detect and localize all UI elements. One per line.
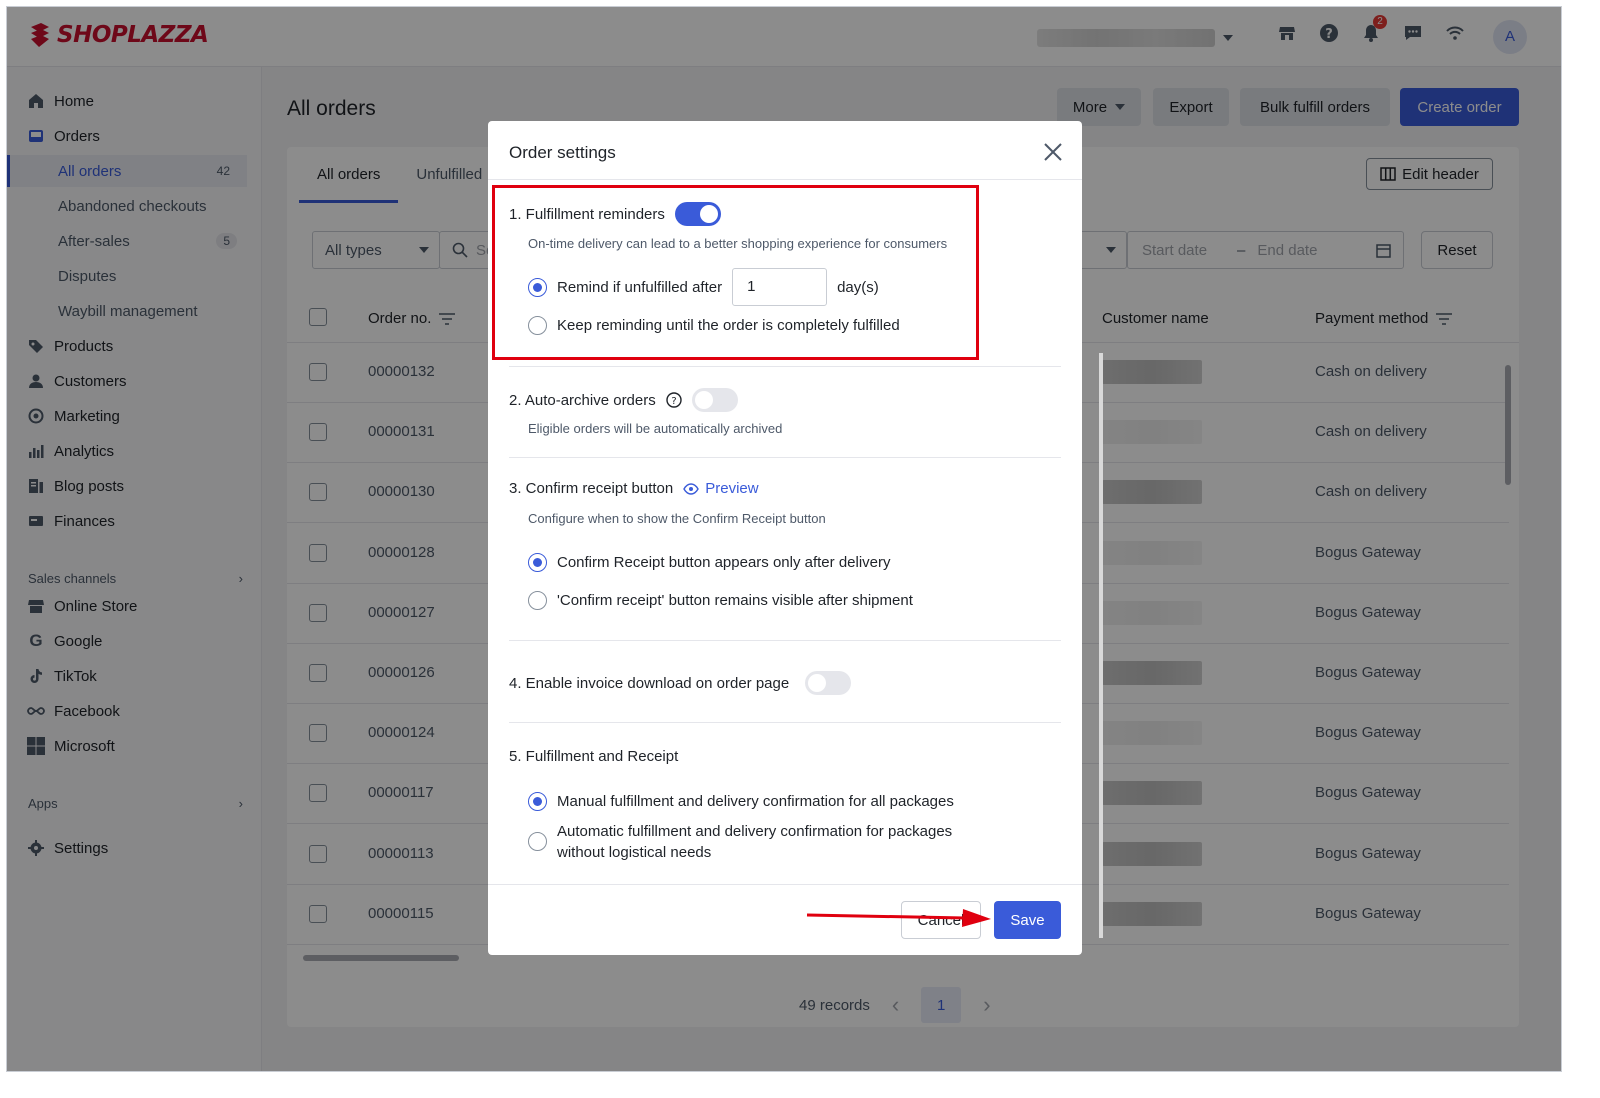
preview-link[interactable]: Preview <box>683 480 759 497</box>
fulfillment-receipt-section: 5. Fulfillment and Receipt <box>509 748 679 765</box>
auto-archive-section: 2. Auto-archive orders ? <box>509 388 738 412</box>
svg-text:?: ? <box>671 396 676 407</box>
section-divider <box>509 366 1061 367</box>
confirm-after-delivery-option[interactable]: Confirm Receipt button appears only afte… <box>528 552 891 573</box>
confirm-after-shipment-option[interactable]: 'Confirm receipt' button remains visible… <box>528 590 913 611</box>
manual-fulfillment-radio[interactable] <box>528 792 547 811</box>
confirm-receipt-desc: Configure when to show the Confirm Recei… <box>528 511 826 526</box>
manual-fulfillment-option[interactable]: Manual fulfillment and delivery confirma… <box>528 791 954 812</box>
annotation-arrow-icon <box>806 909 991 927</box>
eye-icon <box>683 482 700 495</box>
confirm-after-shipment-radio[interactable] <box>528 591 547 610</box>
auto-archive-desc: Eligible orders will be automatically ar… <box>528 421 783 436</box>
modal-scrollbar[interactable] <box>1099 353 1103 938</box>
app-window: SHOPLAZZA ? 2 A Home Orders All orders 4… <box>6 6 1562 1072</box>
confirm-after-delivery-radio[interactable] <box>528 553 547 572</box>
highlight-box <box>492 185 979 360</box>
section-divider <box>509 640 1061 641</box>
help-circle-icon[interactable]: ? <box>666 392 682 408</box>
invoice-download-section: 4. Enable invoice download on order page <box>509 671 852 695</box>
close-icon[interactable] <box>1042 141 1064 163</box>
invoice-download-toggle[interactable] <box>805 671 852 695</box>
modal-footer-divider <box>488 884 1082 885</box>
save-button[interactable]: Save <box>994 901 1061 939</box>
auto-archive-toggle[interactable] <box>691 388 738 412</box>
automatic-fulfillment-option[interactable]: Automatic fulfillment and delivery confi… <box>528 821 998 863</box>
section-divider <box>509 457 1061 458</box>
section-divider <box>509 722 1061 723</box>
modal-title: Order settings <box>509 143 616 162</box>
automatic-fulfillment-radio[interactable] <box>528 832 547 851</box>
confirm-receipt-section: 3. Confirm receipt button Preview <box>509 480 759 497</box>
